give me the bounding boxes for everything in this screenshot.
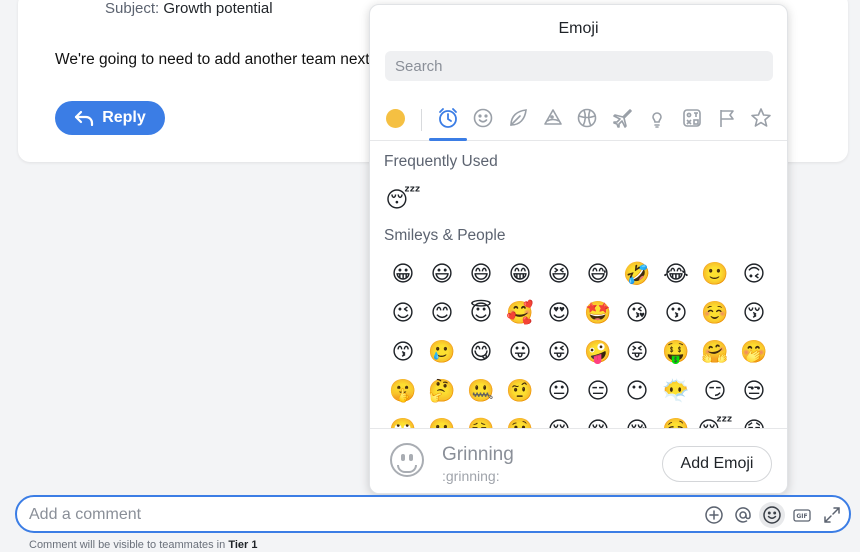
emoji-list[interactable]: Frequently Used 😴 Smileys & People 😀 😃 😄 😁 😆… [370, 145, 787, 428]
emoji-cell[interactable]: 😐 [542, 375, 576, 409]
tab-nature-icon[interactable] [504, 105, 532, 131]
expand-icon[interactable] [821, 504, 843, 526]
subject-value: Growth potential [163, 0, 273, 17]
emoji-cell[interactable]: 🤗 [698, 336, 732, 370]
svg-text:GIF: GIF [796, 513, 807, 520]
reply-button[interactable]: Reply [55, 101, 165, 135]
emoji-cell[interactable]: 🤩 [581, 297, 615, 331]
emoji-cell[interactable]: 😉 [386, 297, 420, 331]
message-subject: Subject: Growth potential [105, 0, 273, 17]
emoji-cell[interactable]: 😂 [659, 258, 693, 292]
emoji-cell[interactable]: 😊 [425, 297, 459, 331]
emoji-cell[interactable]: 😏 [698, 375, 732, 409]
emoji-preview-bar: Grinning :grinning: Add Emoji [370, 428, 787, 493]
tab-flags-icon[interactable] [713, 105, 741, 131]
emoji-category-tabs [370, 95, 787, 141]
emoji-cell[interactable]: 🤥 [503, 414, 537, 429]
emoji-cell[interactable]: 😆 [542, 258, 576, 292]
emoji-cell[interactable]: 🤨 [503, 375, 537, 409]
tab-activity-icon[interactable] [573, 105, 601, 131]
tab-symbols-icon[interactable] [678, 105, 706, 131]
tab-recent-icon[interactable] [429, 105, 467, 141]
emoji-cell[interactable]: 😀 [386, 258, 420, 292]
frequent-section-label: Frequently Used [384, 153, 498, 170]
smileys-section-label: Smileys & People [384, 227, 506, 244]
footnote-prefix: Comment will be visible to teammates in [29, 539, 226, 551]
emoji-cell[interactable]: 😅 [581, 258, 615, 292]
emoji-cell[interactable]: 😃 [425, 258, 459, 292]
emoji-cell[interactable]: 😪 [620, 414, 654, 429]
tab-smiley-icon[interactable] [469, 105, 497, 131]
emoji-cell[interactable]: 😌 [542, 414, 576, 429]
emoji-cell[interactable]: 🙃 [737, 258, 771, 292]
emoji-cell[interactable]: 😚 [737, 297, 771, 331]
emoji-cell[interactable]: 😴 [697, 414, 732, 429]
picker-title: Emoji [558, 20, 599, 37]
emoji-cell[interactable]: 😍 [542, 297, 576, 331]
emoji-cell[interactable]: 😗 [659, 297, 693, 331]
emoji-cell[interactable]: 🤤 [659, 414, 693, 429]
emoji-cell[interactable]: 😮‍💨 [464, 414, 498, 429]
emoji-cell[interactable]: 😴 [385, 184, 420, 218]
emoji-cell[interactable]: 🤭 [737, 336, 771, 370]
mention-icon[interactable] [732, 504, 754, 526]
message-body: We're going to need to add another team … [55, 51, 370, 68]
emoji-cell[interactable]: 🤫 [386, 375, 420, 409]
tab-objects-icon[interactable] [643, 105, 671, 131]
emoji-cell[interactable]: 😋 [464, 336, 498, 370]
emoji-cell[interactable]: 😄 [464, 258, 498, 292]
comment-composer: GIF [15, 495, 851, 533]
emoji-cell[interactable]: 😑 [581, 375, 615, 409]
emoji-cell[interactable]: 😜 [542, 336, 576, 370]
emoji-picker: Emoji Search Frequently Used 😴 Smileys &… [369, 4, 788, 494]
emoji-icon[interactable] [759, 502, 785, 528]
preview-emoji-name: Grinning [442, 444, 514, 465]
add-emoji-button[interactable]: Add Emoji [662, 446, 772, 482]
emoji-cell[interactable]: 😇 [464, 297, 498, 331]
emoji-cell[interactable]: 😬 [425, 414, 459, 429]
comment-input[interactable] [29, 505, 589, 525]
reply-label: Reply [102, 109, 146, 126]
gif-icon[interactable]: GIF [791, 504, 813, 526]
preview-emoji-code: :grinning: [442, 468, 500, 484]
emoji-cell[interactable]: 🤣 [620, 258, 654, 292]
emoji-cell[interactable]: 🤪 [581, 336, 615, 370]
emoji-cell[interactable]: ☺️ [698, 297, 732, 331]
emoji-cell[interactable]: 😘 [620, 297, 654, 331]
emoji-cell[interactable]: 🤔 [425, 375, 459, 409]
emoji-search-input[interactable] [385, 51, 773, 81]
emoji-cell[interactable]: 😁 [503, 258, 537, 292]
emoji-cell[interactable]: 😙 [386, 336, 420, 370]
page: Subject: Growth potential We're going to… [0, 0, 860, 552]
subject-key: Subject: [105, 0, 160, 17]
emoji-cell[interactable]: 🤐 [464, 375, 498, 409]
comment-visibility-note: Comment will be visible to teammates in … [29, 539, 257, 551]
emoji-cell[interactable]: 😝 [620, 336, 654, 370]
emoji-cell[interactable]: 😶‍🌫️ [659, 375, 693, 409]
emoji-cell[interactable]: 🤑 [659, 336, 693, 370]
tab-travel-icon[interactable] [608, 105, 636, 131]
emoji-cell[interactable]: 😷 [737, 414, 771, 429]
tab-custom-icon[interactable] [747, 105, 775, 131]
emoji-cell[interactable]: 🙄 [386, 414, 420, 429]
tab-food-icon[interactable] [539, 105, 567, 131]
emoji-cell[interactable]: 😛 [503, 336, 537, 370]
footnote-team: Tier 1 [228, 539, 258, 551]
add-attachment-icon[interactable] [703, 504, 725, 526]
emoji-cell[interactable]: 🥲 [425, 336, 459, 370]
emoji-cell[interactable]: 😔 [581, 414, 615, 429]
emoji-cell[interactable]: 🙂 [698, 258, 732, 292]
emoji-cell[interactable]: 😶 [620, 375, 654, 409]
emoji-cell[interactable]: 🥰 [503, 297, 537, 331]
emoji-cell[interactable]: 😒 [737, 375, 771, 409]
reply-arrow-icon [75, 110, 94, 126]
